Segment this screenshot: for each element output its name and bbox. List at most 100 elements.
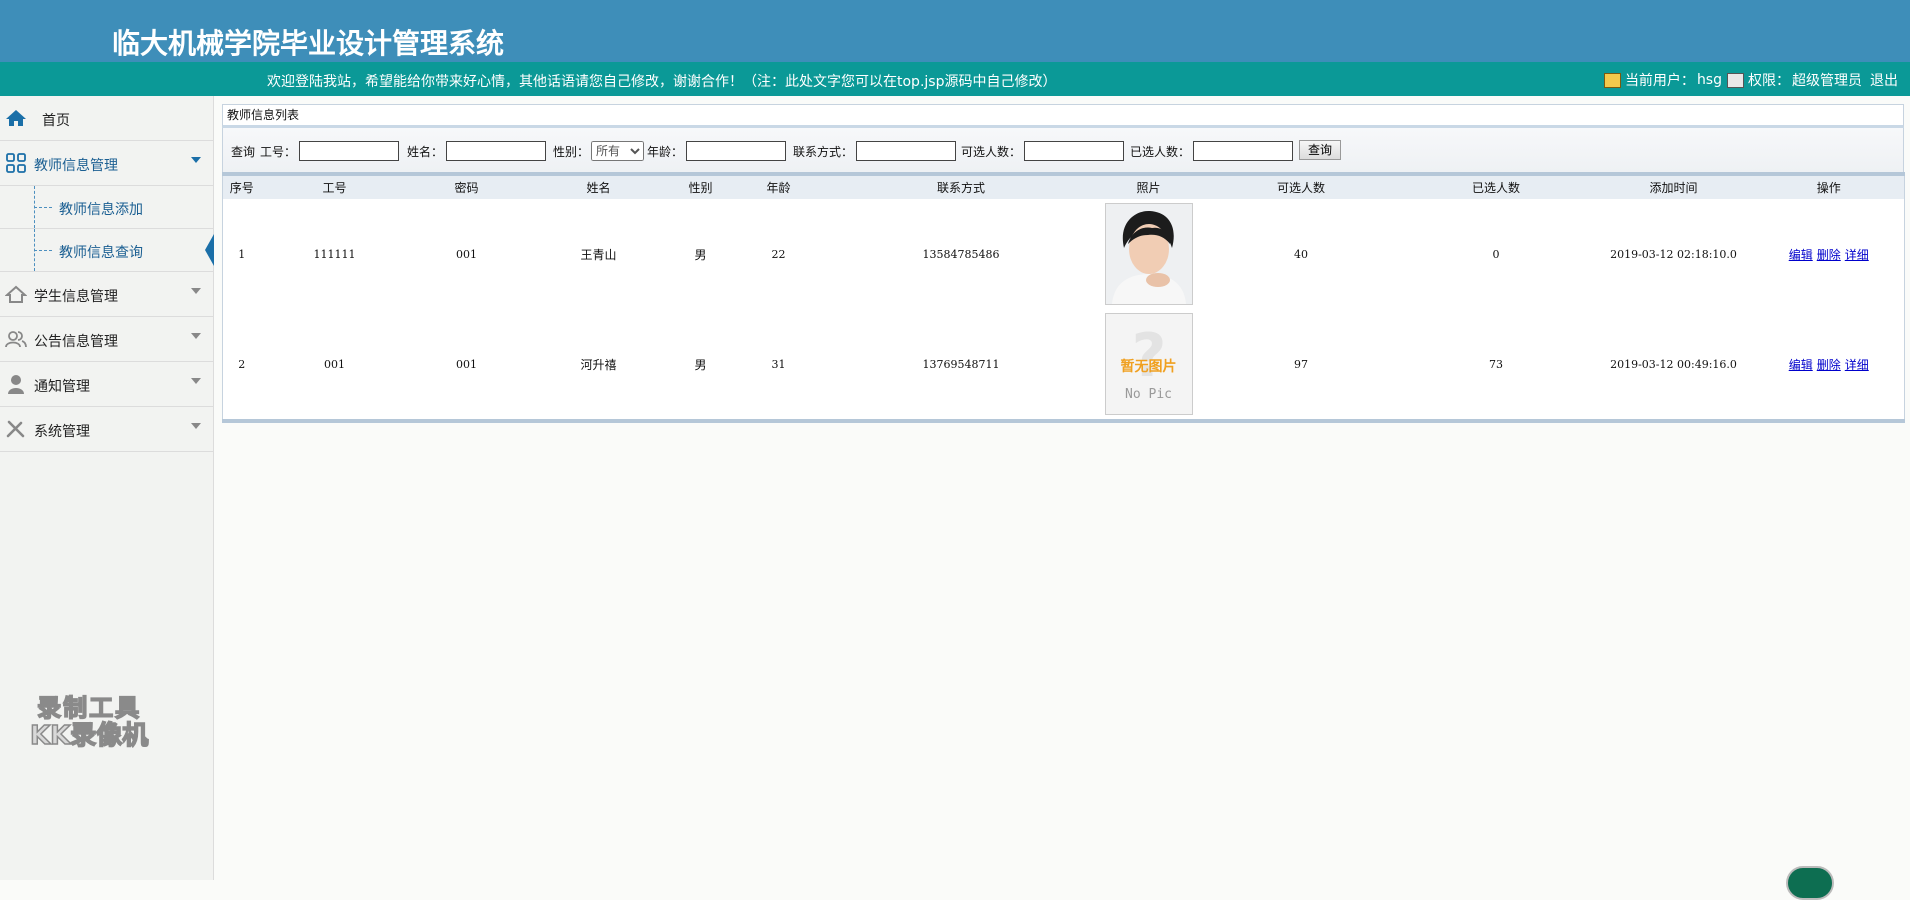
role-value: 超级管理员 — [1792, 73, 1862, 89]
cell-age: 31 — [771, 357, 786, 371]
chevron-down-icon — [191, 157, 201, 163]
column-header: 添加时间 — [1593, 174, 1754, 199]
table-header-row: 序号 工号 密码 姓名 性别 年龄 联系方式 照片 可选人数 已选人数 添加时间… — [222, 174, 1905, 199]
column-header: 已选人数 — [1398, 174, 1594, 199]
chevron-down-icon — [191, 333, 201, 339]
role-label: 权限： — [1748, 73, 1790, 89]
sidebar-item-system[interactable]: 系统管理 — [0, 407, 213, 452]
cell-phone: 13584785486 — [922, 247, 1000, 261]
teacher-photo — [1104, 203, 1193, 305]
age-input[interactable] — [686, 141, 787, 161]
id-input[interactable] — [299, 141, 400, 161]
sidebar-item-label: 公告信息管理 — [34, 334, 118, 350]
current-user: hsg — [1696, 72, 1722, 88]
welcome-bar: 欢迎登陆我站，希望能给你带来好心情，其他话语请您自己修改，谢谢合作！（注：此处文… — [0, 62, 1910, 96]
cell-seq: 2 — [238, 357, 246, 371]
recorder-badge — [1786, 866, 1834, 900]
field-label-phone: 联系方式： — [793, 144, 854, 159]
cell-id: 111111 — [313, 247, 356, 261]
field-label-gender: 性别： — [553, 144, 590, 159]
top-header: 临大机械学院毕业设计管理系统 — [0, 0, 1910, 62]
welcome-text: 欢迎登陆我站，希望能给你带来好心情，其他话语请您自己修改，谢谢合作！（注：此处文… — [267, 74, 1057, 90]
cell-time: 2019-03-12 02:18:10.0 — [1610, 247, 1737, 261]
field-label-selected: 已选人数： — [1130, 144, 1191, 159]
cell-password: 001 — [456, 357, 477, 371]
field-label-name: 姓名： — [407, 144, 444, 159]
users-icon — [5, 329, 27, 349]
chevron-down-icon — [191, 378, 201, 384]
cell-photo — [1094, 199, 1204, 309]
cell-name: 王青山 — [580, 247, 617, 262]
sidebar: 首页 教师信息管理 教师信息添加 教师信息查询 学生信息管理 公告信息管理 通知… — [0, 96, 214, 880]
logout-link[interactable]: 退出 — [1870, 70, 1898, 90]
edit-link[interactable]: 编辑 — [1789, 248, 1813, 262]
detail-link[interactable]: 详细 — [1845, 358, 1869, 372]
cell-actions: 编辑 删除 详细 — [1754, 199, 1905, 309]
sidebar-item-label: 学生信息管理 — [34, 289, 118, 305]
sidebar-subitem-teacher-query[interactable]: 教师信息查询 — [0, 229, 214, 272]
teacher-list-panel: 教师信息列表 查询 工号： 姓名： 性别： 所有 年龄： 联系方式： 可选人数：… — [222, 104, 1905, 428]
column-header: 工号 — [260, 174, 409, 199]
sidebar-item-student[interactable]: 学生信息管理 — [0, 272, 213, 317]
chevron-down-icon — [191, 288, 201, 294]
selected-input[interactable] — [1193, 141, 1294, 161]
user-icon — [1603, 72, 1621, 88]
name-input[interactable] — [446, 141, 547, 161]
sidebar-subitem-label: 教师信息添加 — [59, 202, 143, 218]
field-label-age: 年龄： — [647, 144, 684, 159]
sidebar-item-home[interactable]: 首页 — [0, 96, 213, 141]
table-row: 2 001 001 河升禧 男 31 13769548711 ? 暂无图片 No… — [223, 309, 1905, 421]
current-user-label: 当前用户： — [1624, 73, 1695, 89]
field-label-selectable: 可选人数： — [961, 144, 1022, 159]
wrench-icon — [5, 419, 27, 439]
column-header: 联系方式 — [828, 174, 1094, 199]
edit-link[interactable]: 编辑 — [1789, 358, 1813, 372]
detail-link[interactable]: 详细 — [1845, 248, 1869, 262]
cell-seq: 1 — [238, 247, 246, 261]
column-header: 操作 — [1753, 174, 1905, 199]
sidebar-subitem-label: 教师信息查询 — [59, 245, 143, 261]
cell-phone: 13769548711 — [922, 357, 1000, 371]
user-info: 当前用户： hsg 权限： 超级管理员 退出 — [1603, 70, 1898, 90]
sidebar-item-notification[interactable]: 通知管理 — [0, 362, 213, 407]
cell-age: 22 — [771, 247, 786, 261]
column-header: 可选人数 — [1203, 174, 1399, 199]
delete-link[interactable]: 删除 — [1817, 248, 1841, 262]
query-button[interactable]: 查询 — [1299, 140, 1342, 160]
sidebar-item-teacher[interactable]: 教师信息管理 — [0, 141, 213, 186]
system-title: 临大机械学院毕业设计管理系统 — [112, 27, 505, 60]
cell-time: 2019-03-12 00:49:16.0 — [1610, 357, 1737, 371]
cell-selected: 0 — [1492, 247, 1500, 261]
person-icon — [5, 374, 27, 394]
chevron-down-icon — [191, 423, 201, 429]
cell-selectable: 40 — [1294, 247, 1308, 261]
column-header: 姓名 — [524, 174, 673, 199]
role-icon — [1727, 72, 1744, 88]
table-row: 1 111111 001 王青山 男 22 13584785486 40 0 2… — [223, 199, 1905, 309]
sidebar-item-label: 通知管理 — [34, 379, 90, 395]
column-header: 性别 — [672, 174, 729, 199]
search-bar: 查询 工号： 姓名： 性别： 所有 年龄： 联系方式： 可选人数： 已选人数： … — [222, 128, 1904, 172]
sidebar-item-label: 首页 — [42, 113, 70, 129]
selectable-input[interactable] — [1024, 141, 1125, 161]
home-icon — [5, 108, 27, 128]
recorder-watermark: 录制工具 KK录像机 — [29, 693, 149, 751]
sidebar-subitem-teacher-add[interactable]: 教师信息添加 — [0, 186, 213, 229]
cell-password: 001 — [456, 247, 477, 261]
panel-title: 教师信息列表 — [222, 104, 1904, 128]
column-header: 年龄 — [728, 174, 829, 199]
query-label: 查询 — [231, 144, 256, 159]
cell-actions: 编辑 删除 详细 — [1754, 309, 1905, 421]
delete-link[interactable]: 删除 — [1817, 358, 1841, 372]
house-icon — [5, 284, 27, 304]
sidebar-item-notice[interactable]: 公告信息管理 — [0, 317, 213, 362]
gender-select[interactable]: 所有 — [591, 141, 645, 161]
phone-input[interactable] — [856, 141, 957, 161]
cell-selected: 73 — [1489, 357, 1503, 371]
sidebar-item-label: 系统管理 — [34, 424, 90, 440]
sidebar-item-label: 教师信息管理 — [34, 158, 118, 174]
cell-id: 001 — [324, 357, 345, 371]
cell-selectable: 97 — [1294, 357, 1308, 371]
column-header: 密码 — [408, 174, 525, 199]
cell-gender: 男 — [694, 247, 707, 262]
